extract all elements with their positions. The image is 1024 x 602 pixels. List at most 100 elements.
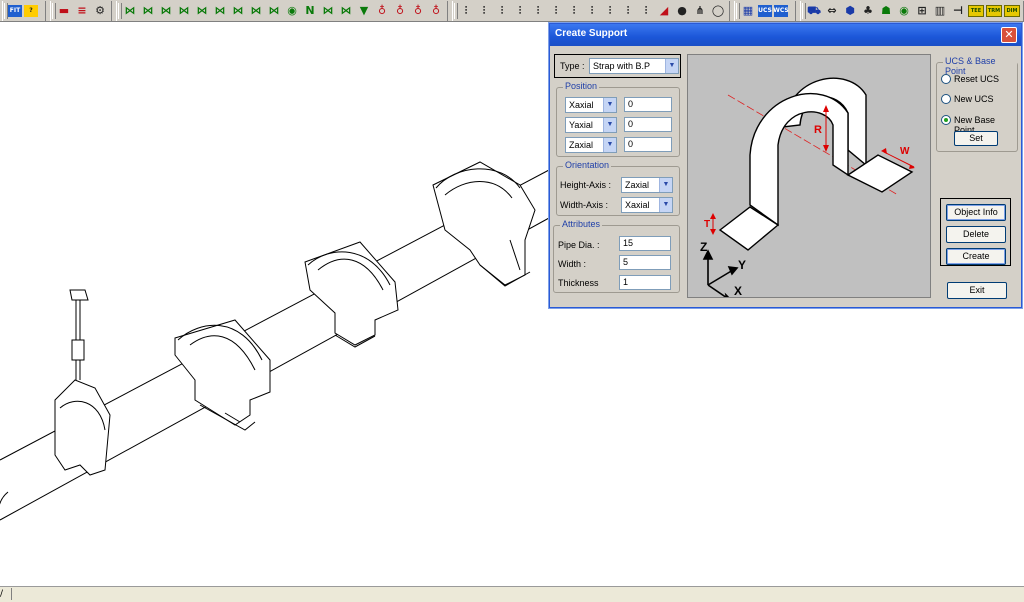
main-toolbar: FIT? ▬ ≡ ⚙ ⋈ ⋈ ⋈ ⋈ ⋈ ⋈ ⋈ ⋈ ⋈ ◉ N ⋈ ⋈ ▼ ♁ ♁ ♁ ♁ ⫶ ⫶ ⫶ ⫶ ⫶ ⫶ ⫶ ⫶ ⫶ ⫶ ⫶ ◢ ● ⋔ ◯… (0, 0, 1024, 22)
spring-icon[interactable]: ♁ (428, 3, 444, 19)
type-select[interactable]: Strap with B.P ▼ (589, 58, 679, 74)
valve-icon[interactable]: ⋈ (248, 3, 264, 19)
chevron-down-icon[interactable]: ▼ (659, 178, 672, 192)
select-icon[interactable]: ▥ (932, 3, 948, 19)
ucs-icon[interactable]: UCS (758, 5, 772, 17)
ucs-title: UCS & Base Point (943, 56, 1017, 76)
reset-ucs-radio[interactable] (941, 74, 951, 84)
chevron-down-icon[interactable]: ▼ (659, 198, 672, 212)
valve-icon[interactable]: ⋈ (212, 3, 228, 19)
width-axis-select[interactable]: Xaxial ▼ (621, 197, 673, 213)
orientation-title: Orientation (563, 160, 612, 170)
support-icon[interactable]: ◢ (656, 3, 672, 19)
support-icon[interactable]: ⫶ (620, 3, 636, 19)
support-icon[interactable]: ⫶ (584, 3, 600, 19)
support-icon[interactable]: ⋔ (692, 3, 708, 19)
exit-button[interactable]: Exit (947, 282, 1007, 299)
delete-icon[interactable]: ▬ (56, 3, 72, 19)
width-input[interactable]: 5 (619, 255, 671, 270)
select-icon[interactable]: ⛟ (806, 3, 822, 19)
grid-icon[interactable]: ▦ (740, 3, 756, 19)
valve-icon[interactable]: ⋈ (140, 3, 156, 19)
list-icon[interactable]: ≡ (74, 3, 90, 19)
support-icon[interactable]: ● (674, 3, 690, 19)
help-icon[interactable]: ? (24, 5, 38, 17)
position-y-input[interactable]: 0 (624, 117, 672, 132)
valve-icon[interactable]: ▼ (356, 3, 372, 19)
close-button[interactable]: ✕ (1001, 27, 1017, 43)
position-axis-select-y[interactable]: Yaxial ▼ (565, 117, 617, 133)
valve-icon[interactable]: N (302, 3, 318, 19)
thickness-input[interactable]: 1 (619, 275, 671, 290)
valve-icon[interactable]: ⋈ (158, 3, 174, 19)
select-icon[interactable]: ♣ (860, 3, 876, 19)
type-select-value: Strap with B.P (593, 61, 651, 71)
select-icon[interactable]: ☗ (878, 3, 894, 19)
position-x-input[interactable]: 0 (624, 97, 672, 112)
spring-icon[interactable]: ♁ (410, 3, 426, 19)
support-icon[interactable]: ◯ (710, 3, 726, 19)
settings-icon[interactable]: ⚙ (92, 3, 108, 19)
toolbar-group: ⫶ ⫶ ⫶ ⫶ ⫶ ⫶ ⫶ ⫶ ⫶ ⫶ ⫶ ◢ ● ⋔ ◯ (452, 1, 730, 21)
support-icon[interactable]: ⫶ (512, 3, 528, 19)
valve-icon[interactable]: ⋈ (338, 3, 354, 19)
reset-ucs-label[interactable]: Reset UCS (954, 74, 999, 84)
select-icon[interactable]: ⇔ (824, 3, 840, 19)
strap-preview-drawing: R W T Z Y X (700, 77, 915, 307)
pipe-dia-input[interactable]: 15 (619, 236, 671, 251)
support-icon[interactable]: ⫶ (548, 3, 564, 19)
ucs-group: UCS & Base Point Reset UCS New UCS New B… (936, 56, 1018, 152)
create-button[interactable]: Create (946, 248, 1006, 265)
type-label: Type : (560, 61, 585, 71)
toolbar-group: ⛟ ⇔ ⬢ ♣ ☗ ◉ ⊞ ▥ ⊣ TEE TRM DIM (800, 1, 1024, 21)
position-axis-value: Zaxial (569, 140, 594, 150)
valve-icon[interactable]: ⋈ (194, 3, 210, 19)
position-axis-select-z[interactable]: Zaxial ▼ (565, 137, 617, 153)
chevron-down-icon[interactable]: ▼ (603, 138, 616, 152)
chevron-down-icon[interactable]: ▼ (603, 98, 616, 112)
support-icon[interactable]: ⫶ (566, 3, 582, 19)
height-axis-value: Zaxial (625, 180, 650, 190)
select-icon[interactable]: ⊞ (914, 3, 930, 19)
height-axis-select[interactable]: Zaxial ▼ (621, 177, 673, 193)
support-icon[interactable]: ⫶ (602, 3, 618, 19)
valve-icon[interactable]: ⋈ (266, 3, 282, 19)
select-icon[interactable]: ⬢ (842, 3, 858, 19)
select-icon[interactable]: ⊣ (950, 3, 966, 19)
valve-icon[interactable]: ⋈ (320, 3, 336, 19)
spring-icon[interactable]: ♁ (392, 3, 408, 19)
action-buttons-box: Object Info Delete Create (940, 198, 1011, 266)
chevron-down-icon[interactable]: ▼ (665, 59, 678, 73)
support-icon[interactable]: ⫶ (638, 3, 654, 19)
dialog-titlebar[interactable]: Create Support ✕ (550, 24, 1021, 46)
new-ucs-radio[interactable] (941, 94, 951, 104)
width-axis-label: Width-Axis : (560, 200, 609, 210)
thickness-label: Thickness (558, 278, 599, 288)
support-icon[interactable]: ⫶ (458, 3, 474, 19)
trim-icon[interactable]: TRM (986, 5, 1002, 17)
new-base-point-radio[interactable] (941, 115, 951, 125)
support-icon[interactable]: ⫶ (476, 3, 492, 19)
valve-icon[interactable]: ⋈ (122, 3, 138, 19)
delete-button[interactable]: Delete (946, 226, 1006, 243)
wcs-icon[interactable]: WCS (773, 5, 789, 17)
set-button[interactable]: Set (954, 131, 998, 146)
chevron-down-icon[interactable]: ▼ (603, 118, 616, 132)
valve-icon[interactable]: ⋈ (176, 3, 192, 19)
toolbar-group: ▦ UCS WCS (734, 1, 796, 21)
valve-icon[interactable]: ⋈ (230, 3, 246, 19)
position-z-input[interactable]: 0 (624, 137, 672, 152)
layout-tab[interactable]: / (0, 588, 12, 600)
spring-icon[interactable]: ♁ (374, 3, 390, 19)
tee-icon[interactable]: TEE (968, 5, 984, 17)
fit-icon[interactable]: FIT (8, 5, 22, 17)
support-icon[interactable]: ⫶ (494, 3, 510, 19)
select-icon[interactable]: ◉ (896, 3, 912, 19)
dimension-icon[interactable]: DIM (1004, 5, 1020, 17)
new-ucs-label[interactable]: New UCS (954, 94, 994, 104)
valve-icon[interactable]: ◉ (284, 3, 300, 19)
object-info-button[interactable]: Object Info (946, 204, 1006, 221)
support-icon[interactable]: ⫶ (530, 3, 546, 19)
axis-z-label: Z (700, 240, 707, 254)
position-axis-select-x[interactable]: Xaxial ▼ (565, 97, 617, 113)
